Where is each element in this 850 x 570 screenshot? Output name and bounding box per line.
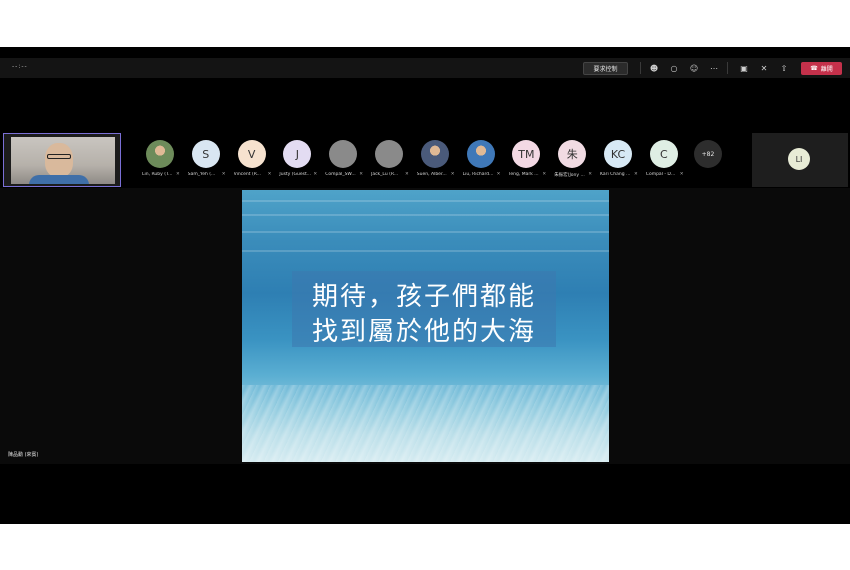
participant-avatar[interactable]: 朱	[558, 140, 587, 168]
glasses	[47, 154, 71, 159]
request-control-button[interactable]: 要求控制	[583, 62, 628, 75]
leave-button[interactable]: ☎ 離開	[801, 62, 842, 75]
more-participants-button[interactable]: +82	[694, 140, 722, 168]
participant-avatar[interactable]	[329, 140, 358, 168]
people-icon[interactable]: ☻	[648, 62, 660, 74]
participant-avatar[interactable]: V	[237, 140, 266, 168]
leave-label: 離開	[820, 66, 833, 73]
participant-avatar[interactable]	[375, 140, 403, 168]
more-icon[interactable]: ⋯	[708, 62, 720, 74]
phone-icon: ☎	[810, 65, 818, 72]
participant-avatar[interactable]	[420, 140, 449, 168]
mic-off-icon: ✕	[313, 172, 318, 177]
meeting-timer: --:--	[12, 63, 28, 70]
mic-off-icon: ✕	[634, 172, 638, 177]
mic-off-icon: ✕	[679, 172, 684, 177]
person-head	[45, 143, 73, 177]
mic-off-icon: ✕	[588, 172, 592, 177]
camera-icon[interactable]: ▣	[738, 62, 750, 74]
participant-avatar[interactable]: S	[191, 140, 220, 168]
mic-off-icon: ✕	[221, 172, 226, 177]
mic-off-icon: ✕	[450, 172, 455, 177]
participant-avatar[interactable]	[466, 140, 495, 168]
self-video-tile[interactable]	[3, 133, 121, 187]
participant-avatar[interactable]	[146, 140, 174, 168]
side-avatar: LI	[788, 148, 810, 170]
mic-off-icon: ✕	[267, 172, 272, 177]
mic-off-icon: ✕	[359, 172, 363, 177]
slide-line-2: 找到屬於他的大海	[311, 317, 536, 347]
participant-avatar[interactable]: C	[649, 140, 678, 168]
toolbar-divider	[727, 62, 728, 74]
share-icon[interactable]: ⇧	[778, 62, 790, 74]
reactions-icon[interactable]: ☺	[688, 62, 700, 74]
self-video	[11, 137, 115, 184]
mic-off-icon: ✕	[542, 172, 547, 177]
self-name-label: 陳品勳 (來賓)	[8, 452, 39, 458]
sea-floor	[242, 385, 609, 462]
meeting-toolbar: --:-- 要求控制 ☻ ○ ☺ ⋯ ▣ ✕ ⇧ ☎ 離開	[0, 58, 850, 78]
toolbar-divider	[640, 62, 641, 74]
mic-off-icon: ✕	[176, 172, 180, 177]
mic-off-icon: ✕	[496, 172, 501, 177]
mic-off-icon[interactable]: ✕	[758, 62, 770, 74]
person-shirt	[29, 175, 89, 184]
slide-line-1: 期待，孩子們都能	[311, 282, 536, 312]
participant-avatar[interactable]: KC	[604, 140, 632, 168]
mic-off-icon: ✕	[405, 172, 409, 177]
chat-icon[interactable]: ○	[668, 62, 680, 74]
